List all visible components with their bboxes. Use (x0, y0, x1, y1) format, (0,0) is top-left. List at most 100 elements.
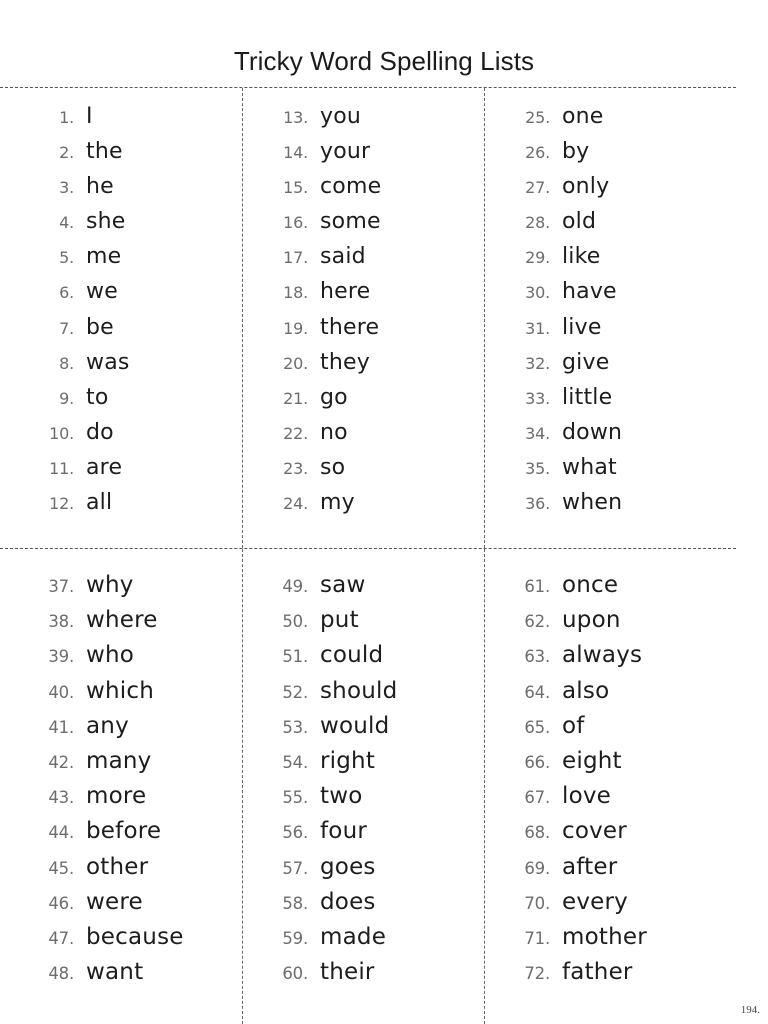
word-list-item: 50. put (268, 607, 484, 642)
word-label: go (320, 384, 348, 410)
word-list-item: 38. where (34, 607, 242, 642)
word-label: old (562, 209, 597, 235)
word-list-item: 51. could (268, 642, 484, 677)
word-label: down (562, 419, 623, 445)
word-list-item: 54. right (268, 748, 484, 783)
word-number: 16. (283, 213, 308, 233)
word-number: 48. (48, 964, 74, 984)
word-number: 61. (524, 577, 550, 596)
word-label: do (86, 419, 114, 445)
word-number: 46. (48, 893, 74, 913)
word-number: 32. (525, 353, 550, 373)
word-label: he (86, 174, 114, 200)
word-number: 59. (282, 928, 308, 948)
word-label: right (320, 747, 376, 774)
word-number: 50. (282, 612, 308, 632)
word-number: 28. (525, 213, 550, 233)
word-number: 7. (59, 318, 74, 338)
word-label: goes (320, 853, 376, 880)
word-column: 49. saw 50. put 51. could 52. should 53. would 54.… (242, 572, 484, 994)
word-number: 51. (282, 647, 308, 667)
word-list-item: 70. every (510, 889, 726, 924)
word-number: 14. (283, 143, 308, 163)
word-list-item: 32. give (510, 350, 726, 385)
word-list-item: 25. one (510, 104, 726, 139)
word-label: which (86, 677, 155, 704)
word-list-item: 60. their (268, 959, 484, 994)
page-title: Tricky Word Spelling Lists (233, 46, 535, 76)
word-label: after (562, 853, 618, 880)
word-label: upon (562, 607, 621, 634)
word-label: to (86, 384, 109, 410)
word-list-item: 58. does (268, 889, 484, 924)
word-label: every (562, 888, 628, 915)
word-number: 4. (59, 213, 74, 233)
word-number: 63. (524, 647, 550, 667)
word-label: there (320, 314, 380, 340)
word-label: made (320, 923, 387, 950)
word-number: 18. (283, 283, 308, 303)
word-list-item: 20. they (268, 350, 484, 385)
word-list-item: 37. why (34, 572, 242, 607)
word-label: why (86, 572, 134, 598)
word-label: give (562, 349, 610, 375)
word-number: 30. (525, 283, 550, 303)
word-list-item: 5. me (34, 244, 242, 279)
word-label: all (86, 490, 113, 516)
word-label: love (562, 783, 612, 810)
word-label: I (86, 104, 93, 129)
word-number: 34. (525, 423, 550, 443)
word-number: 26. (525, 143, 550, 163)
word-number: 52. (282, 682, 308, 702)
word-list-item: 11. are (34, 455, 242, 490)
word-number: 3. (59, 178, 74, 198)
word-label: are (86, 454, 123, 480)
word-number: 11. (49, 458, 74, 478)
word-list-item: 62. upon (510, 607, 726, 642)
word-label: cover (562, 818, 627, 845)
word-number: 23. (283, 458, 308, 478)
word-number: 69. (524, 858, 550, 878)
word-number: 12. (49, 494, 74, 514)
word-list-item: 67. love (510, 783, 726, 818)
word-number: 22. (283, 423, 308, 443)
word-number: 21. (283, 388, 308, 408)
word-list-item: 17. said (268, 244, 484, 279)
word-label: eight (562, 747, 622, 774)
word-label: you (320, 104, 362, 129)
word-label: also (562, 677, 610, 704)
word-label: live (562, 314, 602, 340)
word-label: we (86, 279, 118, 305)
word-number: 31. (525, 318, 550, 338)
word-label: of (562, 712, 585, 739)
word-list-item: 53. would (268, 713, 484, 748)
word-list-item: 8. was (34, 350, 242, 385)
word-label: does (320, 888, 376, 915)
word-list-item: 65. of (510, 713, 726, 748)
word-list-item: 14. your (268, 139, 484, 174)
word-label: were (86, 888, 143, 915)
word-list-item: 3. he (34, 174, 242, 209)
word-number: 53. (282, 717, 308, 737)
word-list-item: 19. there (268, 315, 484, 350)
word-label: want (86, 959, 144, 986)
word-column: 1. I 2. the 3. he 4. she 5. me 6. we 7. be 8. was 9. to 10… (0, 104, 242, 525)
word-number: 6. (59, 283, 74, 303)
divider-middle-horizontal (0, 548, 736, 549)
word-list-item: 57. goes (268, 854, 484, 889)
word-label: me (86, 244, 122, 270)
word-list-item: 1. I (34, 104, 242, 139)
word-list-item: 55. two (268, 783, 484, 818)
word-label: my (320, 490, 355, 516)
word-list-item: 59. made (268, 924, 484, 959)
word-number: 56. (282, 823, 308, 843)
word-list-item: 49. saw (268, 572, 484, 607)
word-list-item: 6. we (34, 279, 242, 314)
word-list-item: 18. here (268, 279, 484, 314)
word-label: no (320, 419, 348, 445)
word-number: 62. (524, 612, 550, 632)
word-list-item: 39. who (34, 642, 242, 677)
word-label: one (562, 104, 604, 129)
word-number: 60. (282, 964, 308, 984)
word-label: four (320, 818, 368, 845)
